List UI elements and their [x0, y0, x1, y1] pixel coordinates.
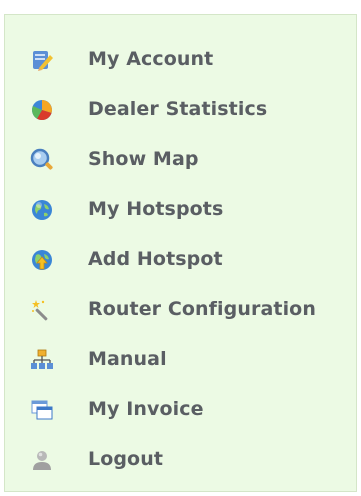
- menu-item-label: Add Hotspot: [88, 248, 223, 270]
- menu-item-label: Dealer Statistics: [88, 98, 268, 120]
- menu-item-my-account[interactable]: My Account: [5, 35, 356, 85]
- user-silhouette-icon: [30, 448, 54, 472]
- menu-item-label: Manual: [88, 348, 167, 370]
- menu-item-my-hotspots[interactable]: My Hotspots: [5, 185, 356, 235]
- menu-item-label: My Hotspots: [88, 198, 224, 220]
- magnifier-icon: [30, 148, 54, 172]
- globe-icon: [30, 198, 54, 222]
- menu-item-show-map[interactable]: Show Map: [5, 135, 356, 185]
- side-menu-panel: My Account Dealer Statistics Show Map My…: [4, 14, 357, 492]
- menu-item-add-hotspot[interactable]: Add Hotspot: [5, 235, 356, 285]
- menu-list: My Account Dealer Statistics Show Map My…: [5, 35, 356, 485]
- menu-item-dealer-statistics[interactable]: Dealer Statistics: [5, 85, 356, 135]
- pencil-account-icon: [30, 48, 54, 72]
- menu-item-label: Logout: [88, 448, 164, 470]
- menu-item-manual[interactable]: Manual: [5, 335, 356, 385]
- menu-item-label: Show Map: [88, 148, 199, 170]
- globe-add-icon: [30, 248, 54, 272]
- menu-item-label: My Account: [88, 48, 214, 70]
- sitemap-icon: [30, 348, 54, 372]
- pie-chart-icon: [30, 98, 54, 122]
- windows-icon: [30, 398, 54, 422]
- menu-item-label: Router Configuration: [88, 298, 316, 320]
- menu-item-label: My Invoice: [88, 398, 204, 420]
- magic-wand-icon: [30, 298, 54, 322]
- menu-item-logout[interactable]: Logout: [5, 435, 356, 485]
- menu-item-my-invoice[interactable]: My Invoice: [5, 385, 356, 435]
- menu-item-router-configuration[interactable]: Router Configuration: [5, 285, 356, 335]
